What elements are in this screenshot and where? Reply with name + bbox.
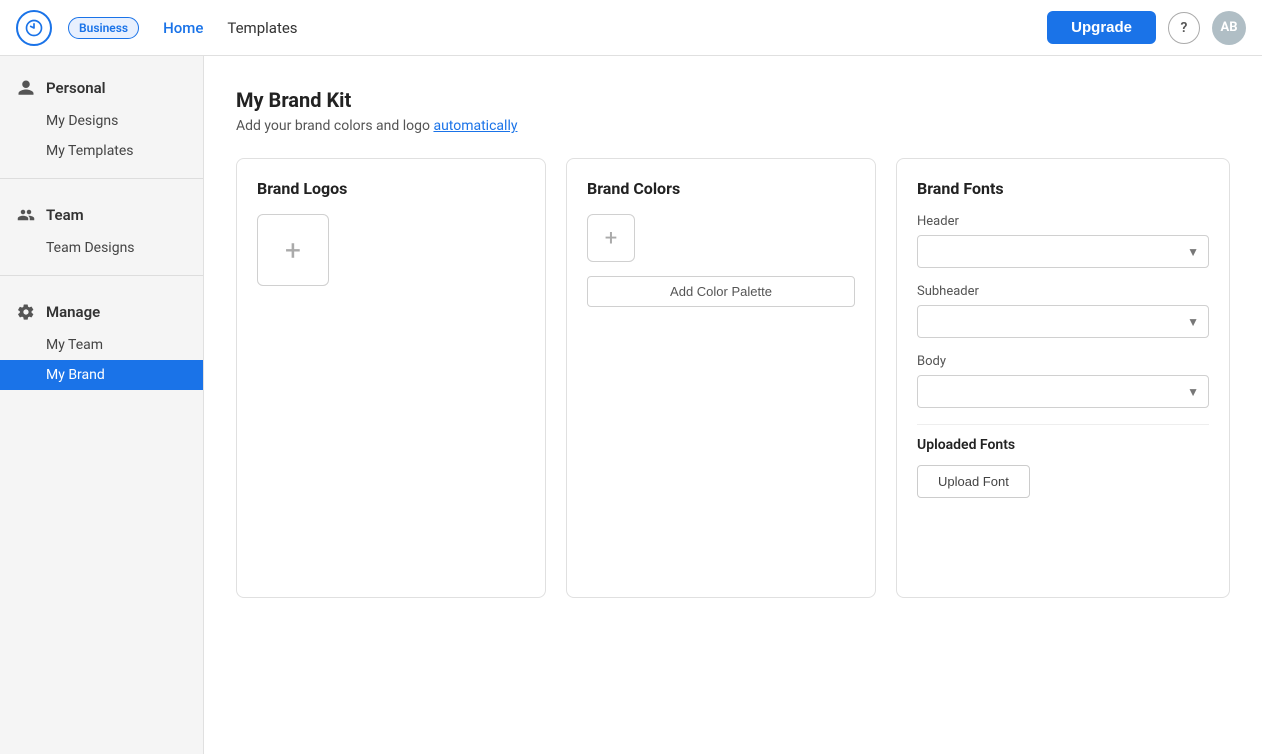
business-badge: Business <box>68 17 139 39</box>
page-subtitle-text: Add your brand colors and logo <box>236 118 433 134</box>
manage-title: Manage <box>46 303 100 321</box>
sidebar-item-team-designs[interactable]: Team Designs <box>0 233 203 263</box>
add-color-button[interactable]: + <box>587 214 635 262</box>
divider-2 <box>0 275 203 276</box>
body-font-label: Body <box>917 354 1209 369</box>
uploaded-fonts-title: Uploaded Fonts <box>917 424 1209 453</box>
brand-kit-grid: Brand Logos + Brand Colors + Add Color P… <box>236 158 1230 598</box>
nav-home[interactable]: Home <box>163 15 203 41</box>
add-logo-button[interactable]: + <box>257 214 329 286</box>
main-nav: Home Templates <box>163 15 1031 41</box>
person-icon <box>16 78 36 98</box>
page-title: My Brand Kit <box>236 88 1230 112</box>
sidebar-section-personal: Personal My Designs My Templates <box>0 56 203 174</box>
app-header: Business Home Templates Upgrade ? AB <box>0 0 1262 56</box>
group-icon <box>16 205 36 225</box>
gear-icon <box>16 302 36 322</box>
brand-fonts-title: Brand Fonts <box>917 179 1209 198</box>
brand-logos-card: Brand Logos + <box>236 158 546 598</box>
subheader-font-label: Subheader <box>917 284 1209 299</box>
sidebar-item-my-templates[interactable]: My Templates <box>0 136 203 166</box>
plus-icon: + <box>285 234 301 267</box>
brand-colors-card: Brand Colors + Add Color Palette <box>566 158 876 598</box>
body-layout: Personal My Designs My Templates Team Te… <box>0 56 1262 754</box>
team-title: Team <box>46 206 84 224</box>
help-button[interactable]: ? <box>1168 12 1200 44</box>
sidebar-item-my-designs[interactable]: My Designs <box>0 106 203 136</box>
header-font-select-wrapper: ▼ <box>917 235 1209 268</box>
nav-templates[interactable]: Templates <box>227 15 297 41</box>
sidebar-section-manage-header: Manage <box>0 296 203 330</box>
sidebar-item-my-team[interactable]: My Team <box>0 330 203 360</box>
subheader-font-select[interactable] <box>917 305 1209 338</box>
subheader-font-select-wrapper: ▼ <box>917 305 1209 338</box>
upload-font-button[interactable]: Upload Font <box>917 465 1030 498</box>
upgrade-button[interactable]: Upgrade <box>1047 11 1156 44</box>
sidebar: Personal My Designs My Templates Team Te… <box>0 56 204 754</box>
page-subtitle: Add your brand colors and logo automatic… <box>236 118 1230 134</box>
sidebar-section-team: Team Team Designs <box>0 183 203 271</box>
add-color-palette-button[interactable]: Add Color Palette <box>587 276 855 307</box>
brand-fonts-card: Brand Fonts Header ▼ Subheader ▼ Body <box>896 158 1230 598</box>
divider-1 <box>0 178 203 179</box>
header-font-select[interactable] <box>917 235 1209 268</box>
body-font-select[interactable] <box>917 375 1209 408</box>
personal-title: Personal <box>46 79 106 97</box>
brand-logos-title: Brand Logos <box>257 179 525 198</box>
sidebar-section-team-header: Team <box>0 199 203 233</box>
body-font-select-wrapper: ▼ <box>917 375 1209 408</box>
header-font-label: Header <box>917 214 1209 229</box>
plus-icon-color: + <box>605 226 617 251</box>
brand-colors-title: Brand Colors <box>587 179 855 198</box>
sidebar-section-manage: Manage My Team My Brand <box>0 280 203 398</box>
avatar[interactable]: AB <box>1212 11 1246 45</box>
header-right: Upgrade ? AB <box>1047 11 1246 45</box>
automatically-link[interactable]: automatically <box>433 118 517 134</box>
sidebar-item-my-brand[interactable]: My Brand <box>0 360 203 390</box>
sidebar-section-personal-header: Personal <box>0 72 203 106</box>
app-logo <box>16 10 52 46</box>
main-content: My Brand Kit Add your brand colors and l… <box>204 56 1262 754</box>
